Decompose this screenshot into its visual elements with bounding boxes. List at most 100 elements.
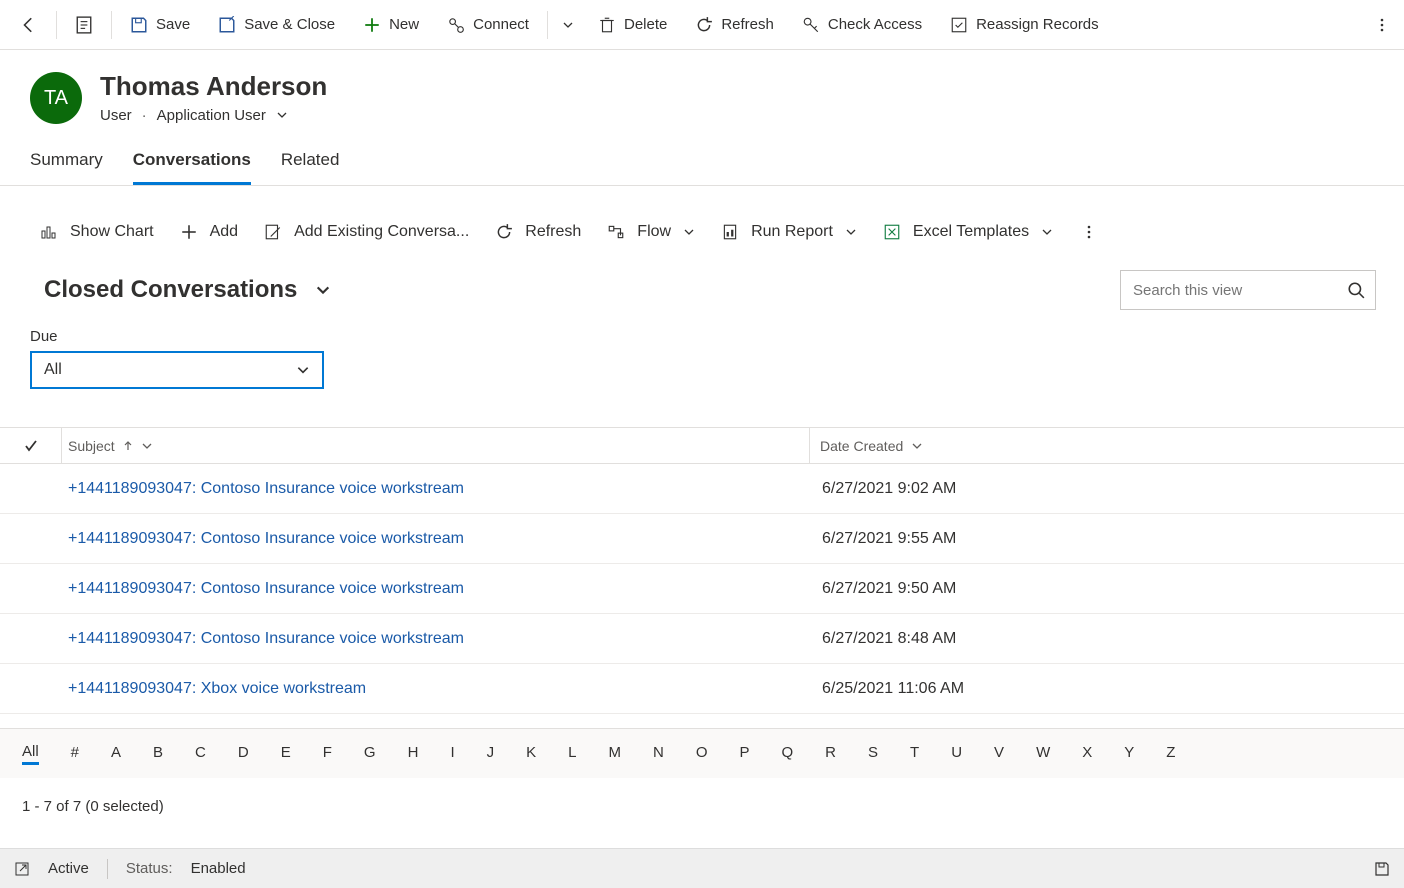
alpha-filter-M[interactable]: M: [608, 744, 621, 763]
divider: [547, 11, 548, 39]
alpha-filter-O[interactable]: O: [696, 744, 708, 763]
subject-link[interactable]: +1441189093047: Contoso Insurance voice …: [62, 630, 810, 648]
checkmark-icon: [23, 438, 39, 454]
alpha-filter-D[interactable]: D: [238, 744, 249, 763]
alpha-filter-V[interactable]: V: [994, 744, 1004, 763]
alpha-filter-Y[interactable]: Y: [1124, 744, 1134, 763]
subject-link[interactable]: +1441189093047: Contoso Insurance voice …: [62, 480, 810, 498]
save-footer-icon[interactable]: [1374, 861, 1390, 877]
alpha-filter-F[interactable]: F: [323, 744, 332, 763]
back-button[interactable]: [8, 1, 50, 49]
overflow-button[interactable]: [1368, 1, 1396, 49]
popout-icon[interactable]: [14, 861, 30, 877]
alpha-filter-G[interactable]: G: [364, 744, 376, 763]
alpha-filter-L[interactable]: L: [568, 744, 576, 763]
search-box[interactable]: [1120, 270, 1376, 310]
alpha-filter-#[interactable]: #: [71, 744, 79, 763]
avatar: TA: [30, 72, 82, 124]
table-row[interactable]: +1441189093047: Contoso Insurance voice …: [0, 514, 1404, 564]
alpha-filter-P[interactable]: P: [739, 744, 749, 763]
tab-conversations[interactable]: Conversations: [133, 142, 251, 185]
status-bar: Active Status: Enabled: [0, 848, 1404, 888]
alpha-filter-B[interactable]: B: [153, 744, 163, 763]
table-row[interactable]: +1441189093047: Contoso Insurance voice …: [0, 614, 1404, 664]
row-checkbox[interactable]: [0, 564, 62, 613]
flow-icon: [607, 223, 625, 241]
alpha-filter-H[interactable]: H: [408, 744, 419, 763]
more-vertical-icon: [1374, 17, 1390, 33]
alpha-filter-I[interactable]: I: [450, 744, 454, 763]
alpha-filter-K[interactable]: K: [526, 744, 536, 763]
alpha-filter-T[interactable]: T: [910, 744, 919, 763]
add-button[interactable]: Add: [170, 212, 248, 252]
refresh-button[interactable]: Refresh: [683, 1, 786, 49]
alpha-filter-Z[interactable]: Z: [1166, 744, 1175, 763]
delete-button[interactable]: Delete: [586, 1, 679, 49]
alpha-filter-X[interactable]: X: [1082, 744, 1092, 763]
record-count-label: 1 - 7 of 7 (0 selected): [22, 798, 164, 815]
subject-link[interactable]: +1441189093047: Contoso Insurance voice …: [62, 580, 810, 598]
date-cell: 6/27/2021 9:02 AM: [810, 480, 1404, 498]
reassign-button[interactable]: Reassign Records: [938, 1, 1111, 49]
column-header-subject[interactable]: Subject: [62, 428, 810, 463]
alpha-filter-J[interactable]: J: [487, 744, 495, 763]
add-existing-button[interactable]: Add Existing Conversa...: [254, 212, 479, 252]
row-checkbox[interactable]: [0, 464, 62, 513]
new-button[interactable]: New: [351, 1, 431, 49]
notes-button[interactable]: [63, 1, 105, 49]
more-vertical-icon: [1081, 224, 1097, 240]
status-label: Status:: [126, 860, 173, 877]
table-row[interactable]: +1441189093047: Contoso Insurance voice …: [0, 564, 1404, 614]
due-filter-value: All: [44, 361, 62, 379]
save-button[interactable]: Save: [118, 1, 202, 49]
flow-button[interactable]: Flow: [597, 212, 705, 252]
subgrid-refresh-button[interactable]: Refresh: [485, 212, 591, 252]
tab-summary[interactable]: Summary: [30, 142, 103, 185]
connect-split-button[interactable]: [554, 1, 582, 49]
subject-link[interactable]: +1441189093047: Xbox voice workstream: [62, 680, 810, 698]
alpha-filter-Q[interactable]: Q: [782, 744, 794, 763]
key-icon: [802, 16, 820, 34]
table-row[interactable]: +1441189093047: Contoso Insurance voice …: [0, 464, 1404, 514]
subject-link[interactable]: +1441189093047: Contoso Insurance voice …: [62, 530, 810, 548]
excel-templates-button[interactable]: Excel Templates: [873, 212, 1063, 252]
show-chart-button[interactable]: Show Chart: [30, 212, 164, 252]
alpha-filter-N[interactable]: N: [653, 744, 664, 763]
tab-related[interactable]: Related: [281, 142, 340, 185]
due-label: Due: [30, 328, 1404, 345]
row-checkbox[interactable]: [0, 664, 62, 713]
alpha-filter-All[interactable]: All: [22, 743, 39, 765]
alpha-filter-S[interactable]: S: [868, 744, 878, 763]
save-close-button[interactable]: Save & Close: [206, 1, 347, 49]
chevron-down-icon: [562, 19, 574, 31]
search-input[interactable]: [1131, 281, 1347, 300]
alpha-filter-W[interactable]: W: [1036, 744, 1050, 763]
column-header-date[interactable]: Date Created: [810, 428, 1404, 463]
view-selector[interactable]: Closed Conversations: [44, 276, 331, 304]
column-subject-label: Subject: [68, 438, 115, 454]
row-checkbox[interactable]: [0, 514, 62, 563]
subgrid-overflow-button[interactable]: [1075, 208, 1103, 256]
alpha-filter-U[interactable]: U: [951, 744, 962, 763]
select-all-column[interactable]: [0, 428, 62, 463]
alpha-filter-A[interactable]: A: [111, 744, 121, 763]
connect-button[interactable]: Connect: [435, 1, 541, 49]
alphabet-filter: All # A B C D E F G H I J K L M N O P Q R S T U V W X Y Z: [0, 728, 1404, 778]
add-existing-label: Add Existing Conversa...: [294, 223, 469, 241]
new-label: New: [389, 16, 419, 33]
run-report-button[interactable]: Run Report: [711, 212, 867, 252]
chevron-down-icon: [276, 109, 288, 121]
delete-label: Delete: [624, 16, 667, 33]
alpha-filter-E[interactable]: E: [281, 744, 291, 763]
form-selector[interactable]: User · Application User: [100, 107, 327, 124]
row-checkbox[interactable]: [0, 614, 62, 663]
chevron-down-icon: [141, 440, 153, 452]
plus-icon: [180, 223, 198, 241]
search-icon: [1347, 281, 1365, 299]
table-row[interactable]: +1441189093047: Xbox voice workstream6/2…: [0, 664, 1404, 714]
alpha-filter-R[interactable]: R: [825, 744, 836, 763]
chart-icon: [40, 223, 58, 241]
due-filter-select[interactable]: All: [30, 351, 324, 389]
alpha-filter-C[interactable]: C: [195, 744, 206, 763]
check-access-button[interactable]: Check Access: [790, 1, 934, 49]
